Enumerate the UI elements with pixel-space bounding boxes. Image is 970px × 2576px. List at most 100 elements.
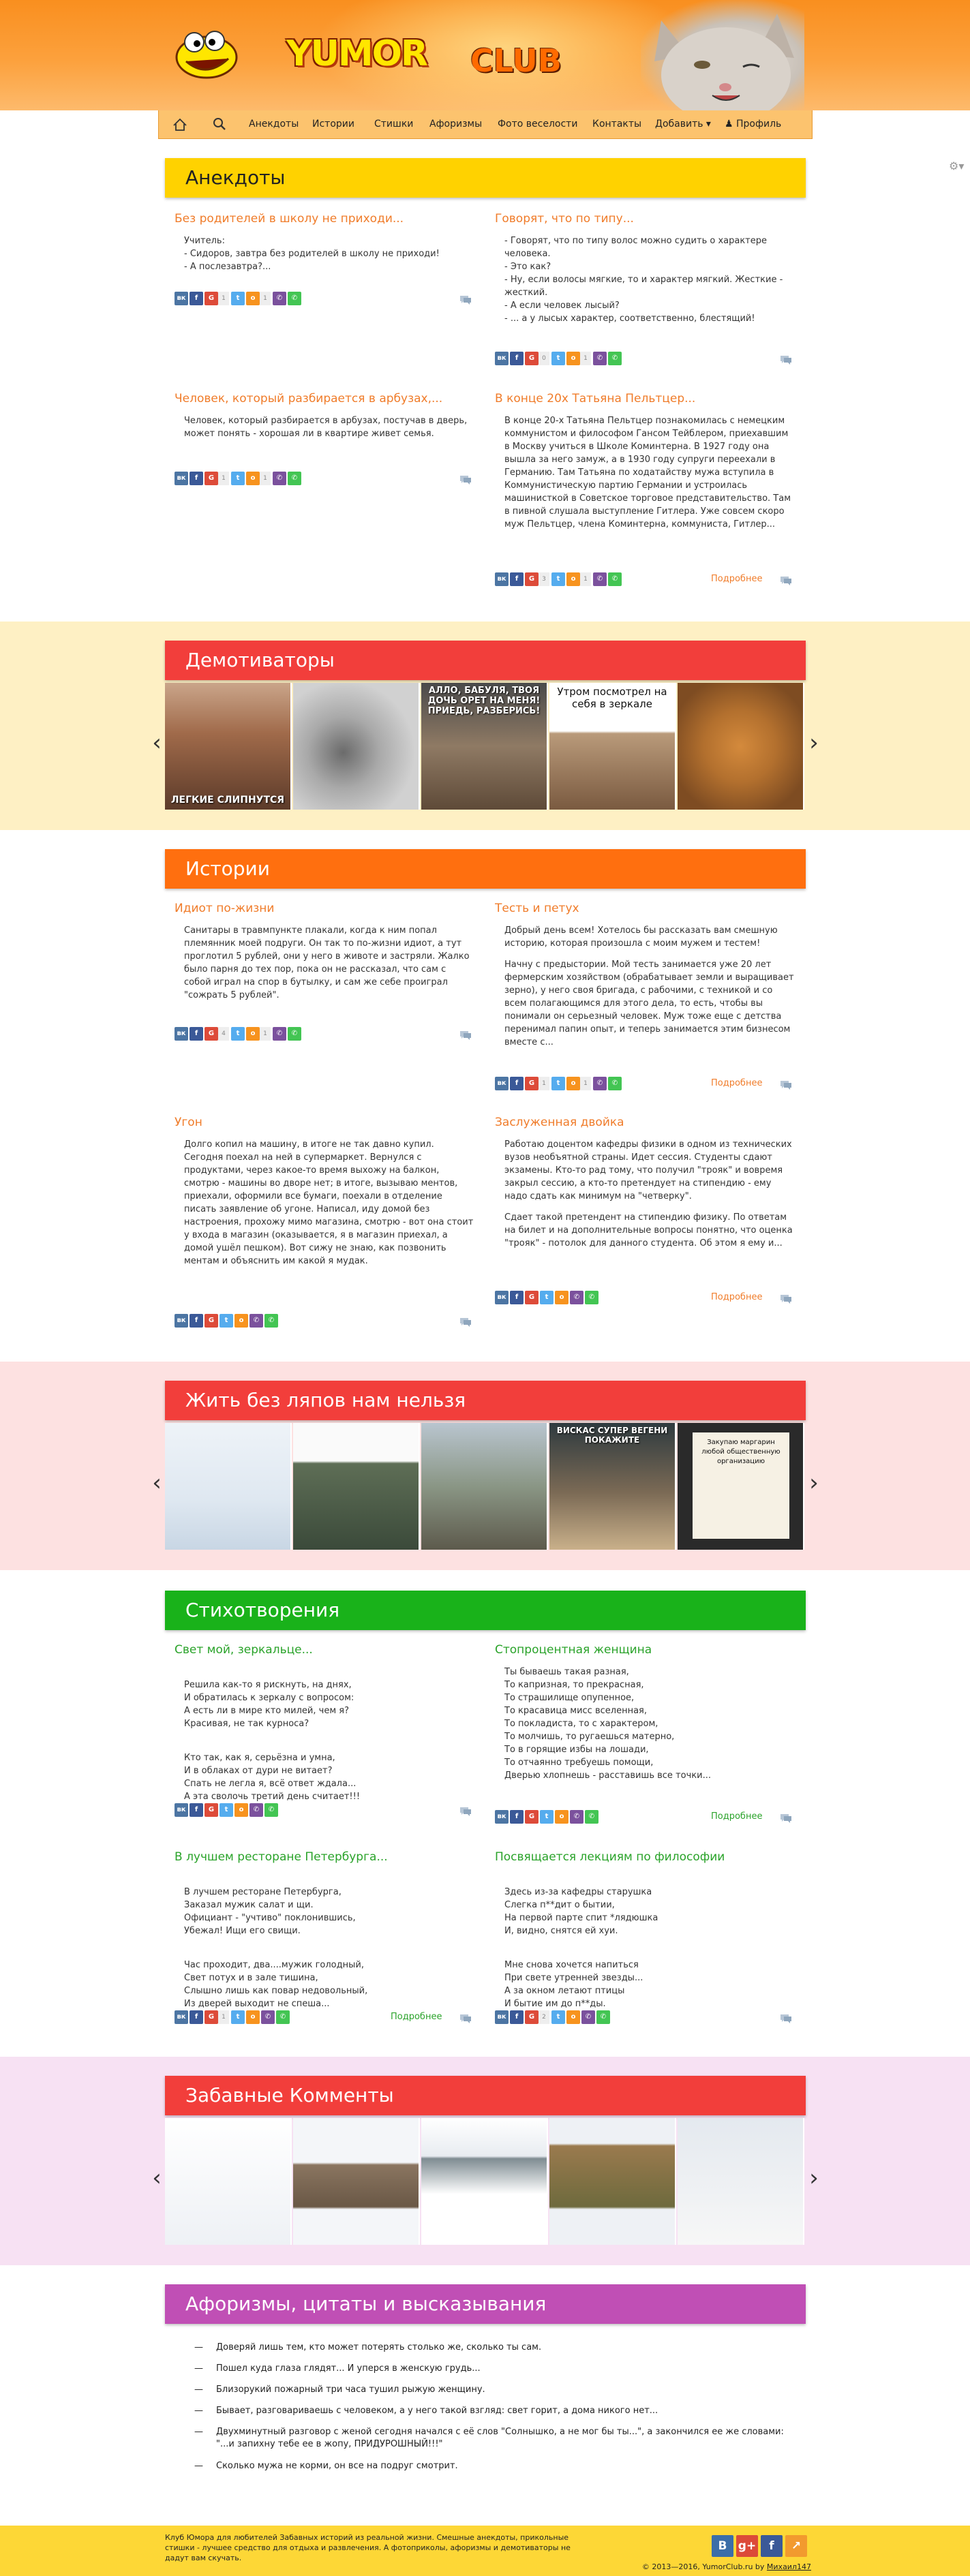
vk-share-icon[interactable]: вк: [495, 2010, 509, 2024]
viber-share-icon[interactable]: ✆: [261, 2010, 275, 2024]
section-title-anekdoty[interactable]: Анекдоты: [165, 158, 806, 198]
comments-icon[interactable]: [779, 1293, 793, 1304]
nav-anekdoty[interactable]: Анекдоты: [249, 110, 299, 138]
comments-icon[interactable]: [779, 1813, 793, 1824]
vk-share-icon[interactable]: вк: [175, 472, 188, 485]
viber-share-icon[interactable]: ✆: [593, 1077, 607, 1090]
comments-icon[interactable]: [779, 354, 793, 365]
whatsapp-share-icon[interactable]: ✆: [288, 472, 301, 485]
gallery-image[interactable]: [165, 1423, 292, 1550]
facebook-share-icon[interactable]: f: [190, 1314, 203, 1328]
odnoklassniki-share-icon[interactable]: о: [566, 352, 580, 365]
facebook-share-icon[interactable]: f: [190, 2010, 203, 2024]
comments-icon[interactable]: [779, 1079, 793, 1090]
vk-share-icon[interactable]: вк: [175, 2010, 188, 2024]
comments-icon[interactable]: [459, 1317, 472, 1328]
post-title-link[interactable]: Говорят, что по типу...: [495, 211, 795, 226]
vk-share-icon[interactable]: вк: [495, 352, 509, 365]
google-plus-share-icon[interactable]: G: [204, 1314, 218, 1328]
vk-share-icon[interactable]: вк: [495, 1077, 509, 1090]
nav-kontakty[interactable]: Контакты: [592, 110, 641, 138]
google-plus-share-icon[interactable]: G: [204, 292, 218, 305]
odnoklassniki-icon[interactable]: ↗: [785, 2535, 807, 2557]
twitter-share-icon[interactable]: t: [551, 572, 565, 586]
post-title-link[interactable]: Без родителей в школу не приходи...: [175, 211, 474, 226]
google-plus-share-icon[interactable]: G: [204, 472, 218, 485]
whatsapp-share-icon[interactable]: ✆: [596, 2010, 610, 2024]
viber-share-icon[interactable]: ✆: [249, 1803, 263, 1817]
vk-share-icon[interactable]: вк: [495, 1291, 509, 1304]
comments-icon[interactable]: [779, 2013, 793, 2024]
section-title-istorii[interactable]: Истории: [165, 849, 806, 889]
viber-share-icon[interactable]: ✆: [593, 572, 607, 586]
vk-share-icon[interactable]: вк: [175, 292, 188, 305]
nav-aforizmy[interactable]: Афоризмы: [429, 110, 482, 138]
odnoklassniki-share-icon[interactable]: о: [246, 2010, 260, 2024]
odnoklassniki-share-icon[interactable]: о: [246, 472, 260, 485]
read-more-link[interactable]: Подробнее: [711, 1078, 762, 1088]
facebook-share-icon[interactable]: f: [510, 1291, 524, 1304]
settings-gear-icon[interactable]: ⚙▾: [949, 159, 964, 172]
odnoklassniki-share-icon[interactable]: о: [234, 1803, 248, 1817]
section-title-lyapy[interactable]: Жить без ляпов нам нельзя: [165, 1381, 806, 1420]
whatsapp-share-icon[interactable]: ✆: [288, 1027, 301, 1041]
search-icon[interactable]: [212, 110, 227, 138]
carousel-next-icon[interactable]: ›: [807, 2164, 821, 2192]
vk-share-icon[interactable]: вк: [175, 1314, 188, 1328]
twitter-share-icon[interactable]: t: [231, 1027, 245, 1041]
whatsapp-share-icon[interactable]: ✆: [288, 292, 301, 305]
vk-icon[interactable]: B: [712, 2535, 733, 2557]
google-plus-share-icon[interactable]: G: [204, 1803, 218, 1817]
whatsapp-share-icon[interactable]: ✆: [585, 1291, 598, 1304]
google-plus-share-icon[interactable]: G: [204, 2010, 218, 2024]
gallery-image[interactable]: [293, 2118, 420, 2245]
post-title-link[interactable]: Заслуженная двойка: [495, 1115, 795, 1130]
google-plus-share-icon[interactable]: G: [525, 1077, 539, 1090]
gallery-image[interactable]: ВИСКАС СУПЕР ВЕГЕНИ ПОКАЖИТЕ: [549, 1423, 676, 1550]
gallery-image[interactable]: [293, 1423, 420, 1550]
comments-icon[interactable]: [459, 2013, 472, 2024]
twitter-share-icon[interactable]: t: [540, 1810, 554, 1824]
odnoklassniki-share-icon[interactable]: о: [246, 292, 260, 305]
whatsapp-share-icon[interactable]: ✆: [264, 1803, 278, 1817]
whatsapp-share-icon[interactable]: ✆: [608, 572, 622, 586]
home-icon[interactable]: [172, 110, 187, 138]
read-more-link[interactable]: Подробнее: [711, 574, 762, 584]
section-title-kommenty[interactable]: Забавные Комменты: [165, 2076, 806, 2115]
site-logo[interactable]: YUMOR: [286, 26, 428, 76]
post-title-link[interactable]: В конце 20х Татьяна Пельтцер...: [495, 391, 795, 406]
google-plus-share-icon[interactable]: G: [525, 1810, 539, 1824]
viber-share-icon[interactable]: ✆: [593, 352, 607, 365]
google-plus-share-icon[interactable]: G: [204, 1027, 218, 1041]
gallery-image[interactable]: АЛЛО, БАБУЛЯ, ТВОЯ ДОЧЬ ОРЕТ НА МЕНЯ! ПР…: [421, 683, 548, 810]
comments-icon[interactable]: [459, 1806, 472, 1817]
whatsapp-share-icon[interactable]: ✆: [264, 1314, 278, 1328]
facebook-share-icon[interactable]: f: [510, 1077, 524, 1090]
nav-foto-veselosti[interactable]: Фото веселости: [498, 110, 577, 138]
comments-icon[interactable]: [459, 294, 472, 305]
odnoklassniki-share-icon[interactable]: о: [555, 1810, 569, 1824]
twitter-share-icon[interactable]: t: [231, 472, 245, 485]
twitter-share-icon[interactable]: t: [551, 2010, 565, 2024]
whatsapp-share-icon[interactable]: ✆: [608, 352, 622, 365]
twitter-share-icon[interactable]: t: [219, 1803, 233, 1817]
twitter-share-icon[interactable]: t: [551, 352, 565, 365]
section-title-demotivatory[interactable]: Демотиваторы: [165, 641, 806, 680]
gallery-image[interactable]: [421, 1423, 548, 1550]
gallery-image[interactable]: Утром посмотрел на себя в зеркале: [549, 683, 676, 810]
section-title-aforizmy[interactable]: Афоризмы, цитаты и высказывания: [165, 2284, 806, 2324]
facebook-share-icon[interactable]: f: [190, 1027, 203, 1041]
site-logo-club[interactable]: CLUB: [470, 42, 562, 79]
section-title-stihi[interactable]: Стихотворения: [165, 1591, 806, 1630]
viber-share-icon[interactable]: ✆: [273, 1027, 286, 1041]
twitter-share-icon[interactable]: t: [551, 1077, 565, 1090]
carousel-prev-icon[interactable]: ‹: [150, 729, 164, 756]
gallery-image[interactable]: [678, 2118, 804, 2245]
whatsapp-share-icon[interactable]: ✆: [276, 2010, 290, 2024]
twitter-share-icon[interactable]: t: [231, 2010, 245, 2024]
vk-share-icon[interactable]: вк: [175, 1803, 188, 1817]
post-title-link[interactable]: Посвящается лекциям по философии: [495, 1850, 795, 1865]
viber-share-icon[interactable]: ✆: [249, 1314, 263, 1328]
google-plus-share-icon[interactable]: G: [525, 2010, 539, 2024]
viber-share-icon[interactable]: ✆: [570, 1810, 583, 1824]
